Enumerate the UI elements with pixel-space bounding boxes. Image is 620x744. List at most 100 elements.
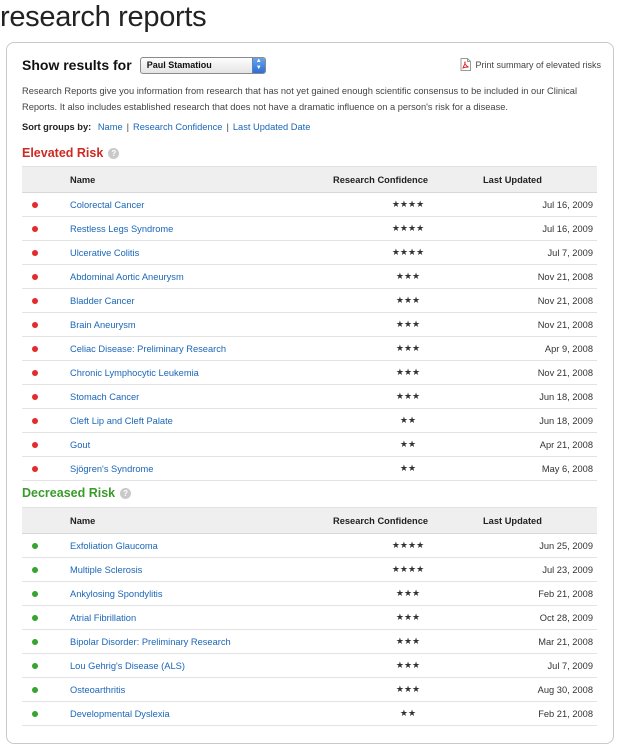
column-name-header[interactable]: Name [70,507,333,534]
table-row: Lou Gehrig's Disease (ALS) ★★★ Jul 7, 2009 [22,653,597,678]
report-name-link[interactable]: Exfoliation Glaucoma [70,541,158,551]
table-row: Atrial Fibrillation ★★★ Oct 28, 2009 [22,605,597,630]
risk-dot-icon [32,615,38,622]
table-row: Celiac Disease: Preliminary Research ★★★ A… [22,336,597,361]
research-reports-panel: Show results for Paul Stamatiou ▲ ▼ Print… [6,42,614,744]
last-updated-date: Apr 9, 2008 [483,336,597,361]
last-updated-date: Apr 21, 2008 [483,432,597,457]
confidence-stars: ★★★ [333,288,483,313]
risk-dot-icon [32,466,38,473]
report-name-link[interactable]: Gout [70,440,90,450]
report-name-link[interactable]: Celiac Disease: Preliminary Research [70,344,226,354]
risk-dot-icon [32,346,38,353]
report-name-link[interactable]: Bipolar Disorder: Preliminary Research [70,637,231,647]
last-updated-date: Jul 7, 2009 [483,240,597,265]
report-name-link[interactable]: Stomach Cancer [70,392,139,402]
column-confidence-header[interactable]: Research Confidence [333,166,483,193]
confidence-stars: ★★★ [333,264,483,289]
confidence-stars: ★★★ [333,336,483,361]
report-name-link[interactable]: Ankylosing Spondylitis [70,589,163,599]
column-updated-header[interactable]: Last Updated [483,166,597,193]
report-name-link[interactable]: Atrial Fibrillation [70,613,136,623]
table-row: Abdominal Aortic Aneurysm ★★★ Nov 21, 2008 [22,264,597,289]
report-name-link[interactable]: Lou Gehrig's Disease (ALS) [70,661,185,671]
last-updated-date: Jun 18, 2008 [483,384,597,409]
table-header-row: Name Research Confidence Last Updated [22,507,597,534]
print-summary-label: Print summary of elevated risks [475,59,601,70]
last-updated-date: Oct 28, 2009 [483,605,597,630]
last-updated-date: Jul 7, 2009 [483,653,597,678]
table-row: Bladder Cancer ★★★ Nov 21, 2008 [22,288,597,313]
confidence-stars: ★★★ [333,360,483,385]
sort-separator: | [126,122,130,132]
report-name-link[interactable]: Restless Legs Syndrome [70,224,173,234]
page-title: research reports [0,1,207,33]
print-summary-link[interactable]: Print summary of elevated risks [460,58,601,71]
table-row: Bipolar Disorder: Preliminary Research ★★… [22,629,597,654]
last-updated-date: Jun 18, 2009 [483,408,597,433]
confidence-stars: ★★★ [333,605,483,630]
confidence-stars: ★★★★ [333,192,483,217]
column-confidence-header[interactable]: Research Confidence [333,507,483,534]
confidence-stars: ★★★★ [333,216,483,241]
table-row: Osteoarthritis ★★★ Aug 30, 2008 [22,677,597,702]
risk-dot-icon [32,567,38,574]
intro-text: Research Reports give you information fr… [22,86,578,112]
risk-dot-icon [32,226,38,233]
table-row: Gout ★★ Apr 21, 2008 [22,432,597,457]
report-name-link[interactable]: Sjögren's Syndrome [70,464,153,474]
user-select[interactable]: Paul Stamatiou ▲ ▼ [139,56,266,74]
last-updated-date: Jun 25, 2009 [483,533,597,558]
risk-dot-icon [32,418,38,425]
confidence-stars: ★★★ [333,581,483,606]
sort-by-name-link[interactable]: Name [98,122,123,132]
risk-dot-icon [32,322,38,329]
table-row: Exfoliation Glaucoma ★★★★ Jun 25, 2009 [22,533,597,558]
risk-dot-icon [32,543,38,550]
table-row: Chronic Lymphocytic Leukemia ★★★ Nov 21, 2… [22,360,597,385]
confidence-stars: ★★ [333,456,483,481]
report-name-link[interactable]: Brain Aneurysm [70,320,136,330]
report-name-link[interactable]: Cleft Lip and Cleft Palate [70,416,173,426]
confidence-stars: ★★★★ [333,240,483,265]
table-row: Brain Aneurysm ★★★ Nov 21, 2008 [22,312,597,337]
risk-dot-icon [32,202,38,209]
sort-by-confidence-link[interactable]: Research Confidence [133,122,222,132]
report-name-link[interactable]: Multiple Sclerosis [70,565,142,575]
last-updated-date: Jul 16, 2009 [483,192,597,217]
show-results-label: Show results for [22,57,132,73]
report-name-link[interactable]: Colorectal Cancer [70,200,144,210]
help-icon[interactable]: ? [120,487,132,499]
risk-dot-icon [32,370,38,377]
elevated-risk-table: Name Research Confidence Last Updated Co… [22,166,597,481]
help-icon[interactable]: ? [108,147,120,159]
decreased-risk-rows: Exfoliation Glaucoma ★★★★ Jun 25, 2009 Mult… [22,533,597,726]
report-name-link[interactable]: Developmental Dyslexia [70,709,170,719]
decreased-risk-table: Name Research Confidence Last Updated Ex… [22,507,597,726]
column-name-header[interactable]: Name [70,166,333,193]
report-name-link[interactable]: Osteoarthritis [70,685,125,695]
report-name-link[interactable]: Abdominal Aortic Aneurysm [70,272,184,282]
report-name-link[interactable]: Bladder Cancer [70,296,135,306]
last-updated-date: Mar 21, 2008 [483,629,597,654]
column-updated-header[interactable]: Last Updated [483,507,597,534]
table-row: Multiple Sclerosis ★★★★ Jul 23, 2009 [22,557,597,582]
report-name-link[interactable]: Ulcerative Colitis [70,248,139,258]
risk-dot-icon [32,250,38,257]
last-updated-date: Nov 21, 2008 [483,360,597,385]
sort-groups-row: Sort groups by: Name | Research Confidence… [22,122,310,132]
sort-by-date-link[interactable]: Last Updated Date [233,122,311,132]
last-updated-date: Jul 16, 2009 [483,216,597,241]
user-select-value: Paul Stamatiou [146,59,212,70]
decreased-risk-heading: Decreased Risk ? [22,486,132,500]
show-results-row: Show results for Paul Stamatiou ▲ ▼ [22,55,266,75]
last-updated-date: Nov 21, 2008 [483,288,597,313]
last-updated-date: Jul 23, 2009 [483,557,597,582]
sort-separator: | [226,122,229,132]
last-updated-date: May 6, 2008 [483,456,597,481]
last-updated-date: Nov 21, 2008 [483,264,597,289]
report-name-link[interactable]: Chronic Lymphocytic Leukemia [70,368,199,378]
table-row: Colorectal Cancer ★★★★ Jul 16, 2009 [22,192,597,217]
table-row: Restless Legs Syndrome ★★★★ Jul 16, 2009 [22,216,597,241]
confidence-stars: ★★★ [333,653,483,678]
